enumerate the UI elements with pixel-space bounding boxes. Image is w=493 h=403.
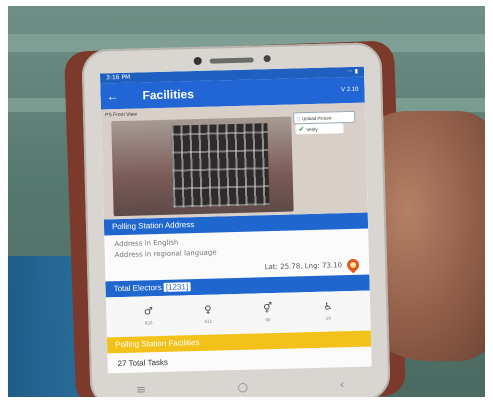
latlng-text: Lat: 25.78, Lng: 73.10: [264, 261, 343, 272]
location-pin-icon[interactable]: [344, 256, 362, 274]
android-nav-bar: ≡ ○ ‹: [90, 376, 390, 397]
check-icon: ✔: [298, 126, 305, 134]
status-time: 3:16 PM: [106, 73, 131, 82]
page-title: Facilities: [142, 87, 195, 103]
elector-breakdown-row: ♂ 620 ♀ 611 ⚥ 00 ♿ 10: [105, 290, 371, 338]
elector-disabled: ♿ 10: [323, 302, 332, 322]
status-indicators: ··· ▮: [346, 67, 359, 76]
earpiece: [209, 57, 254, 64]
photo-background: 3:16 PM ··· ▮ ← Facilities V 2.10 PS Fro…: [8, 6, 485, 397]
menu-icon[interactable]: ≡: [136, 382, 146, 396]
back-arrow-icon[interactable]: ←: [106, 88, 142, 103]
total-electors-value: [1231]: [163, 282, 191, 292]
home-icon[interactable]: ○: [237, 380, 248, 394]
upload-label: Upload Picture: [301, 114, 332, 121]
elector-female: ♀ 611: [204, 305, 212, 325]
verify-toggle[interactable]: ✔ Verify: [295, 123, 344, 135]
door-grill-horizontal: [171, 123, 270, 208]
front-camera: [193, 56, 202, 66]
male-count: 620: [144, 320, 153, 326]
upload-icon: □: [297, 115, 301, 121]
male-icon: ♂: [143, 306, 154, 318]
polling-station-photo-card: PS Front View □ Upload Picture ✔ Verify: [100, 102, 368, 220]
upload-picture-button[interactable]: □ Upload Picture: [293, 110, 356, 125]
back-icon[interactable]: ‹: [339, 377, 344, 391]
elector-male: ♂ 620: [144, 306, 153, 326]
version-label: V 2.10: [341, 86, 359, 94]
phone: 3:16 PM ··· ▮ ← Facilities V 2.10 PS Fro…: [81, 42, 391, 397]
verify-label: Verify: [306, 126, 318, 132]
female-count: 611: [204, 318, 213, 324]
third-gender-icon: ⚥: [263, 303, 273, 315]
disabled-icon: ♿: [323, 301, 333, 313]
third-gender-count: 00: [265, 317, 271, 323]
proximity-sensor: [263, 55, 271, 63]
total-electors-label: Total Electors: [113, 282, 162, 294]
photo-label: PS Front View: [105, 111, 138, 119]
elector-third-gender: ⚥ 00: [263, 303, 273, 323]
female-icon: ♀: [204, 304, 212, 316]
disabled-count: 10: [325, 315, 331, 321]
app-screen: 3:16 PM ··· ▮ ← Facilities V 2.10 PS Fro…: [99, 66, 372, 374]
